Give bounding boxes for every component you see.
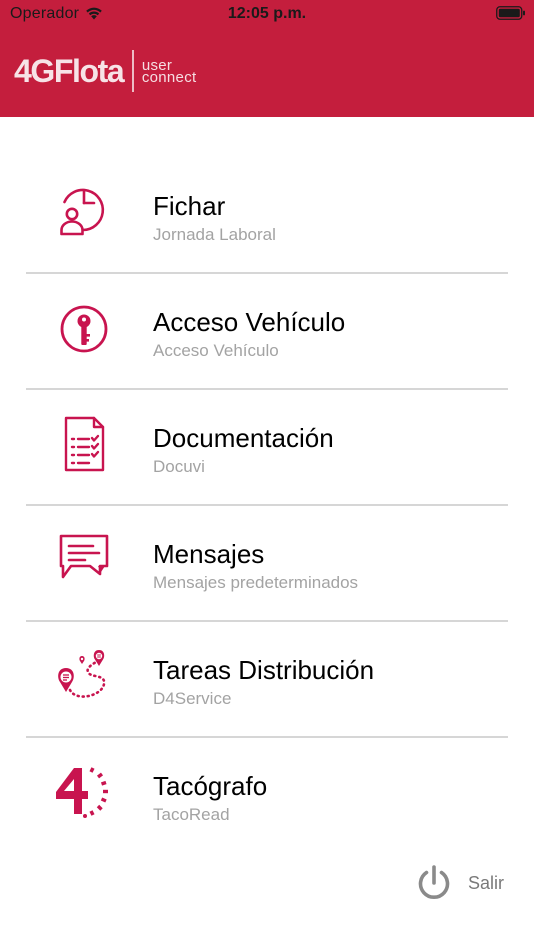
menu-item-title: Mensajes — [153, 539, 265, 569]
app-logo: 4GFlota user connect — [14, 48, 196, 94]
menu-item-subtitle: Jornada Laboral — [153, 225, 276, 244]
menu-item-title: Documentación — [153, 423, 334, 453]
menu-item-title: Fichar — [153, 191, 226, 221]
menu-item-tareas-distribucion[interactable]: Tareas Distribución D4Service — [0, 620, 534, 738]
status-time: 12:05 p.m. — [227, 5, 307, 22]
logo-subtitle: user connect — [141, 58, 197, 86]
menu-item-title: Acceso Vehículo — [153, 307, 346, 337]
menu-item-subtitle: Docuvi — [153, 457, 205, 476]
battery-icon — [496, 6, 525, 20]
route-pins-icon — [58, 650, 106, 698]
message-bubble-icon — [59, 534, 109, 579]
menu-item-subtitle: D4Service — [153, 689, 232, 708]
checklist-document-icon — [64, 416, 105, 472]
status-bar: Operador 12:05 p.m. — [0, 0, 534, 30]
menu-item-documentacion[interactable]: Documentación Docuvi — [0, 388, 534, 506]
menu-item-tacografo[interactable]: Tacógrafo TacoRead — [0, 736, 534, 852]
logo-wordmark: 4GFlota — [14, 53, 125, 89]
menu-item-title: Tareas Distribución — [153, 655, 375, 685]
app-header: Operador 12:05 p.m. 4GFlota user connect — [0, 0, 534, 117]
menu-item-subtitle: Mensajes predeterminados — [153, 573, 359, 592]
logout-button[interactable]: Salir — [414, 862, 504, 904]
logo-divider — [132, 50, 134, 92]
key-icon — [60, 305, 108, 353]
menu-item-subtitle: Acceso Vehículo — [153, 341, 279, 360]
clock-user-icon — [60, 188, 105, 236]
logout-label: Salir — [468, 872, 505, 893]
tachograph-four-icon — [56, 767, 108, 818]
menu-item-subtitle: TacoRead — [153, 805, 230, 824]
menu-item-fichar[interactable]: Fichar Jornada Laboral — [0, 156, 534, 274]
menu-item-acceso-vehiculo[interactable]: Acceso Vehículo Acceso Vehículo — [0, 272, 534, 390]
main-menu: Fichar Jornada Laboral Acceso Vehículo A… — [0, 156, 534, 852]
power-icon — [418, 865, 450, 899]
menu-item-mensajes[interactable]: Mensajes Mensajes predeterminados — [0, 504, 534, 622]
logo-subtitle-line2: connect — [141, 69, 197, 86]
menu-item-title: Tacógrafo — [153, 771, 268, 801]
